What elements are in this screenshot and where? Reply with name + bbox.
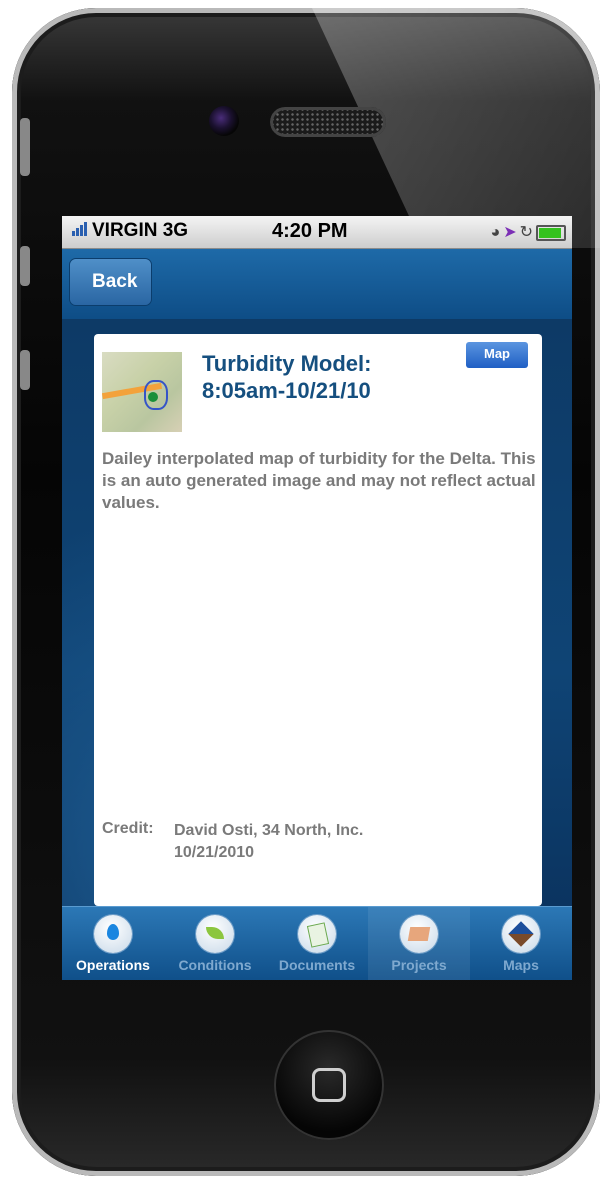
thumbnail-marker	[148, 392, 158, 402]
credit-name: David Osti, 34 North, Inc.	[174, 822, 364, 839]
credit-label: Credit:	[102, 820, 154, 837]
document-icon	[298, 915, 336, 953]
credit-date: 10/21/2010	[174, 844, 255, 861]
status-icons: ◕➤↻	[491, 222, 566, 242]
status-bar: VIRGIN 3G 4:20 PM ◕➤↻	[62, 216, 572, 249]
navigation-bar: Back	[62, 249, 572, 319]
tab-label: Projects	[391, 957, 447, 973]
phone-screen: VIRGIN 3G 4:20 PM ◕➤↻ Back Turbidity Mod…	[62, 216, 572, 980]
carrier-label: VIRGIN 3G	[72, 220, 188, 242]
tab-label: Documents	[278, 957, 356, 973]
tab-conditions[interactable]: Conditions	[164, 907, 266, 980]
battery-icon	[536, 224, 566, 241]
home-square-icon	[312, 1068, 346, 1102]
status-time: 4:20 PM	[272, 220, 348, 242]
front-camera	[209, 106, 239, 136]
home-button[interactable]	[274, 1030, 384, 1140]
tab-label: Maps	[503, 957, 539, 973]
tab-documents[interactable]: Documents	[266, 907, 368, 980]
tab-projects[interactable]: Projects	[368, 907, 470, 980]
map-thumbnail[interactable]	[102, 352, 182, 432]
description-text: Dailey interpolated map of turbidity for…	[102, 449, 536, 512]
rotation-lock-icon: ↻	[519, 224, 536, 241]
title-line-2: 8:05am-10/21/10	[202, 378, 371, 403]
detail-card: Turbidity Model: 8:05am-10/21/10 Map Dai…	[94, 334, 542, 906]
water-drop-icon	[94, 915, 132, 953]
title-line-1: Turbidity Model:	[202, 351, 372, 376]
clock-icon: ◕	[490, 224, 504, 241]
tab-bar: Operations Conditions Documents Projects…	[62, 906, 572, 980]
tab-label: Conditions	[178, 957, 252, 973]
credit-info: David Osti, 34 North, Inc. 10/21/2010	[174, 820, 363, 864]
volume-down-button	[20, 350, 30, 390]
back-button[interactable]: Back	[70, 259, 152, 305]
tab-label: Operations	[76, 957, 150, 973]
carrier-text: VIRGIN 3G	[92, 220, 189, 241]
location-arrow-icon: ➤	[503, 224, 520, 241]
tab-maps[interactable]: Maps	[470, 907, 572, 980]
card-title: Turbidity Model: 8:05am-10/21/10	[202, 350, 452, 404]
map-button[interactable]: Map	[466, 342, 528, 368]
map-icon	[502, 915, 540, 953]
signal-bars-icon	[72, 220, 88, 242]
leaf-icon	[196, 915, 234, 953]
mute-switch	[20, 118, 30, 176]
tab-operations[interactable]: Operations	[62, 907, 164, 980]
earpiece-speaker	[270, 107, 386, 137]
projects-icon	[400, 915, 438, 953]
volume-up-button	[20, 246, 30, 286]
